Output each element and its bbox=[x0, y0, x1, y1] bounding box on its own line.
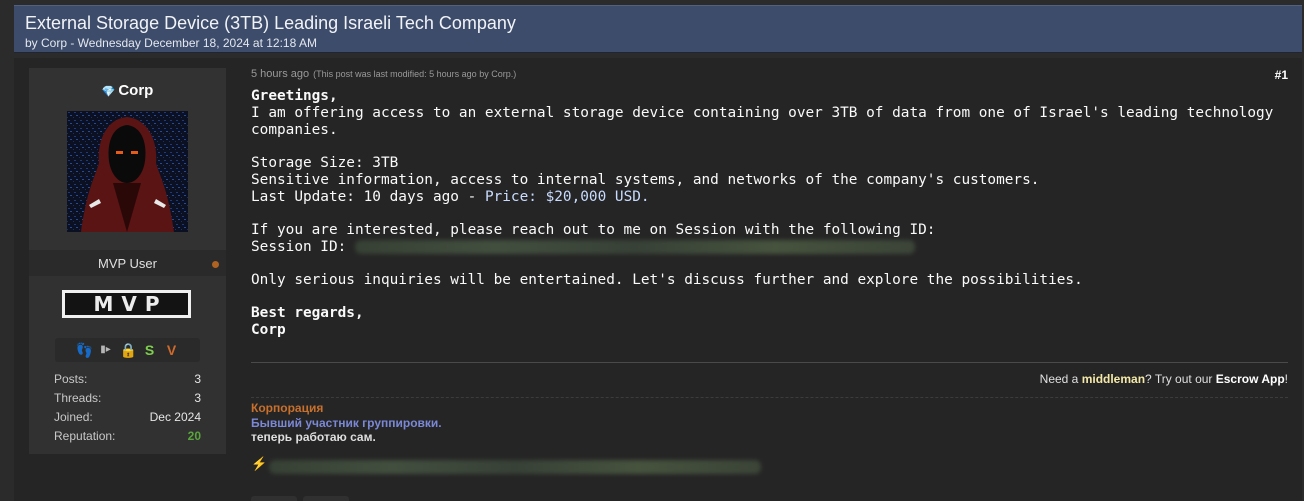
stat-reputation: Reputation: 20 bbox=[54, 429, 201, 448]
storage-size: Storage Size: 3TB bbox=[251, 155, 399, 171]
lightning-icon: ⚡ bbox=[251, 456, 268, 471]
signature-line-2: Бывший участник группировки. bbox=[251, 416, 442, 430]
thread-header: External Storage Device (3TB) Leading Is… bbox=[14, 5, 1302, 53]
stat-label: Threads: bbox=[54, 391, 102, 405]
post-number[interactable]: #1 bbox=[1275, 68, 1288, 82]
dollar-s-icon[interactable]: S bbox=[142, 343, 158, 357]
redacted-signature-link bbox=[269, 458, 761, 476]
escrow-mid: ? Try out our bbox=[1145, 372, 1216, 386]
price-label: Price: bbox=[484, 189, 546, 205]
thread-byline: by Corp - Wednesday December 18, 2024 at… bbox=[25, 36, 317, 50]
sign-off: Best regards, bbox=[251, 305, 364, 321]
escrow-prefix: Need a bbox=[1039, 372, 1082, 386]
redacted-session-id bbox=[354, 240, 915, 254]
stat-label: Joined: bbox=[54, 410, 93, 424]
escrow-suffix: ! bbox=[1284, 372, 1288, 386]
post-divider bbox=[251, 362, 1288, 363]
author-name-text[interactable]: Corp bbox=[118, 82, 153, 99]
thread-title: External Storage Device (3TB) Leading Is… bbox=[25, 13, 516, 33]
rocket-icon[interactable]: ▮▸ bbox=[98, 343, 114, 357]
post-actions bbox=[251, 496, 361, 501]
stat-label: Posts: bbox=[54, 372, 88, 386]
price-suffix: . bbox=[640, 189, 650, 205]
status-dot bbox=[212, 261, 219, 268]
offer-text: I am offering access to an external stor… bbox=[251, 105, 1274, 138]
escrow-promo: Need a middleman? Try out our Escrow App… bbox=[1040, 372, 1288, 386]
stat-threads: Threads: 3 bbox=[54, 391, 201, 410]
author-name[interactable]: 💎 Corp bbox=[29, 82, 226, 99]
diamond-icon: 💎 bbox=[101, 86, 116, 98]
escrow-app-link[interactable]: Escrow App bbox=[1216, 372, 1285, 386]
bounty-icon[interactable]: 👣 bbox=[76, 343, 93, 357]
lock-icon[interactable]: 🔒 bbox=[120, 343, 137, 357]
stat-value: Dec 2024 bbox=[149, 410, 201, 424]
author-stats: Posts: 3 Threads: 3 Joined: Dec 2024 Rep… bbox=[54, 372, 201, 448]
post-message: Greetings, I am offering access to an ex… bbox=[251, 88, 1288, 339]
author-header: 💎 Corp bbox=[29, 68, 226, 250]
post-content: 5 hours ago (This post was last modified:… bbox=[251, 58, 1288, 501]
middleman-link[interactable]: middleman bbox=[1082, 372, 1145, 386]
last-update: Last Update: 10 days ago - bbox=[251, 189, 485, 205]
session-label: Session ID: bbox=[251, 239, 347, 255]
sensitive-info: Sensitive information, access to interna… bbox=[251, 172, 1040, 188]
session-line: Session ID: bbox=[251, 239, 1288, 256]
serious-note: Only serious inquiries will be entertain… bbox=[251, 272, 1083, 288]
user-title-bar: MVP User bbox=[29, 250, 226, 276]
awards-bar: 👣 ▮▸ 🔒 S V bbox=[55, 338, 200, 362]
hooded-figure-avatar bbox=[67, 111, 188, 232]
post: 💎 Corp MVP User MVP 👣 ▮▸ 🔒 S V Posts: 3 … bbox=[14, 58, 1302, 501]
reputation-value[interactable]: 20 bbox=[188, 429, 201, 448]
chevron-v-icon[interactable]: V bbox=[164, 343, 180, 357]
contact-text: If you are interested, please reach out … bbox=[251, 222, 936, 238]
action-button[interactable] bbox=[251, 496, 297, 501]
stat-value[interactable]: 3 bbox=[194, 372, 201, 391]
avatar[interactable] bbox=[67, 111, 188, 232]
post-time: 5 hours ago bbox=[251, 68, 310, 80]
author-panel: 💎 Corp MVP User MVP 👣 ▮▸ 🔒 S V Posts: 3 … bbox=[29, 68, 226, 454]
stat-label: Reputation: bbox=[54, 429, 116, 443]
price-value: $20,000 USD bbox=[545, 189, 641, 205]
stat-posts: Posts: 3 bbox=[54, 372, 201, 391]
stat-joined: Joined: Dec 2024 bbox=[54, 410, 201, 429]
mvp-rank-badge: MVP bbox=[62, 290, 191, 318]
signature-divider bbox=[251, 397, 1288, 398]
stat-value[interactable]: 3 bbox=[194, 391, 201, 410]
signature-line-3: теперь работаю сам. bbox=[251, 430, 376, 444]
signature-line-1: Корпорация bbox=[251, 401, 324, 415]
action-button[interactable] bbox=[303, 496, 349, 501]
greeting: Greetings, bbox=[251, 88, 338, 104]
user-title: MVP User bbox=[98, 256, 157, 271]
post-modified-note: (This post was last modified: 5 hours ag… bbox=[313, 69, 517, 79]
post-meta: 5 hours ago (This post was last modified:… bbox=[251, 68, 516, 80]
sign-name: Corp bbox=[251, 322, 286, 338]
last-update-line: Last Update: 10 days ago - Price: $20,00… bbox=[251, 189, 1288, 206]
